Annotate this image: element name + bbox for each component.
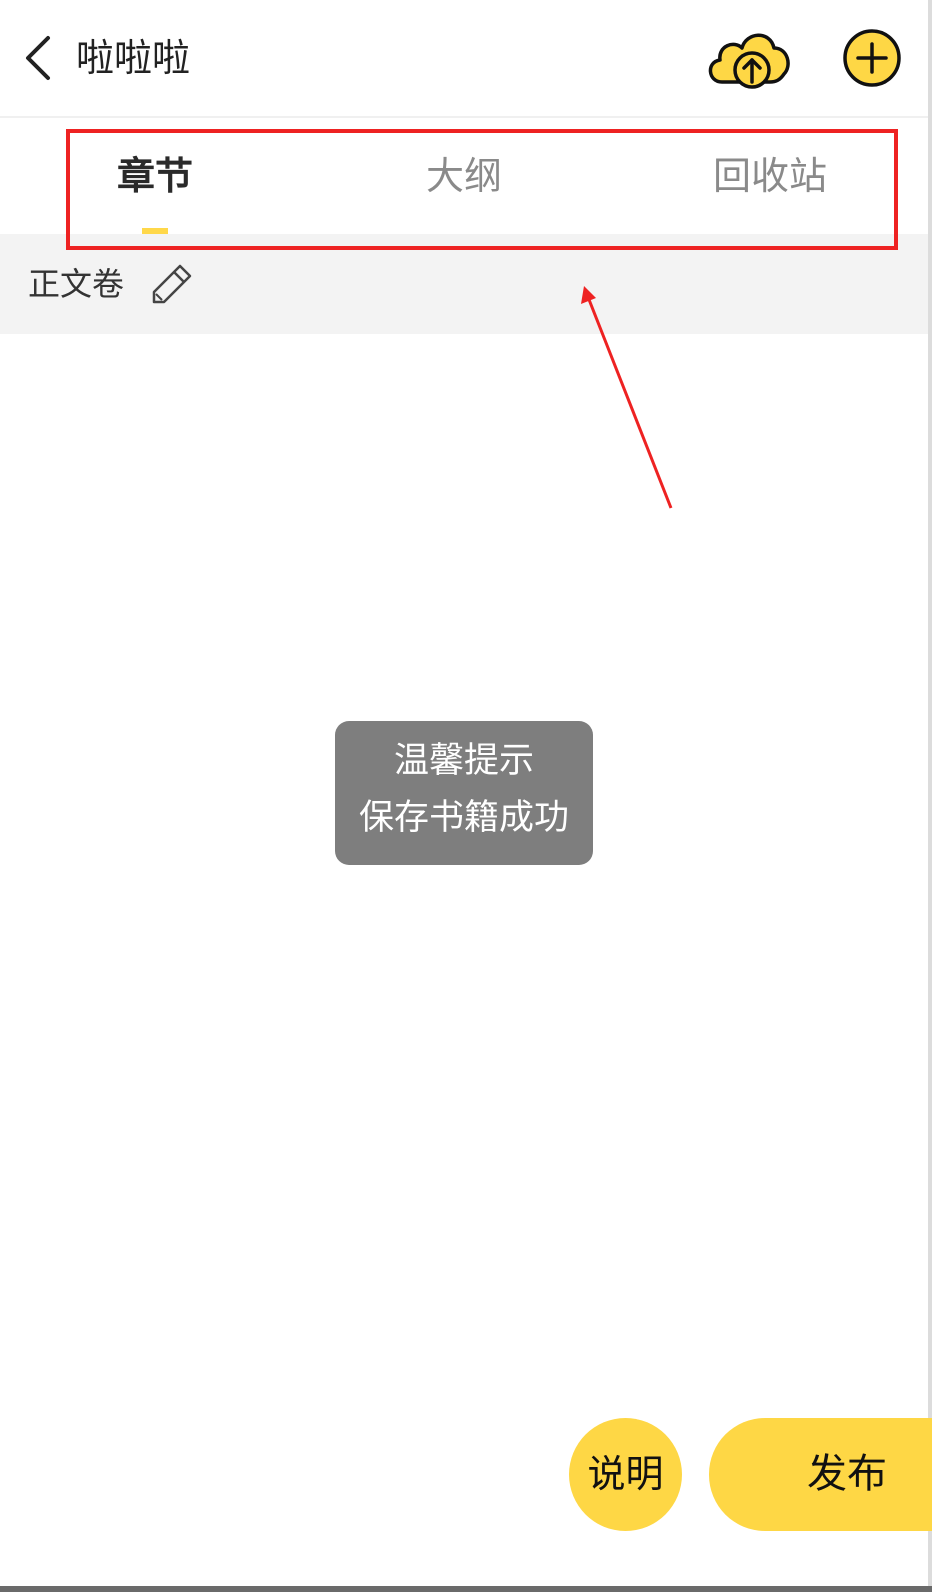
cloud-upload-icon bbox=[708, 33, 790, 89]
tab-chapters[interactable]: 章节 bbox=[100, 118, 210, 234]
tab-bar: 章节 大纲 回收站 bbox=[0, 118, 928, 234]
toast-message: 温馨提示 保存书籍成功 bbox=[335, 721, 593, 865]
tab-recycle-bin[interactable]: 回收站 bbox=[700, 118, 840, 234]
header-bar: 啦啦啦 bbox=[0, 0, 928, 118]
window-edge bbox=[928, 0, 932, 1592]
add-button[interactable] bbox=[842, 28, 902, 88]
publish-label: 发布 bbox=[807, 1451, 887, 1497]
bottom-edge bbox=[0, 1586, 932, 1592]
upload-button[interactable] bbox=[704, 26, 794, 90]
volume-label: 正文卷 bbox=[28, 265, 125, 303]
toast-title: 温馨提示 bbox=[393, 741, 534, 781]
pencil-icon bbox=[152, 264, 192, 304]
plus-circle-icon bbox=[843, 29, 901, 87]
page-title: 啦啦啦 bbox=[76, 36, 191, 80]
tab-outline[interactable]: 大纲 bbox=[404, 118, 524, 234]
back-button[interactable] bbox=[18, 30, 62, 86]
chevron-left-icon bbox=[26, 36, 50, 80]
explain-button[interactable]: 说明 bbox=[569, 1418, 682, 1531]
toast-text: 保存书籍成功 bbox=[358, 798, 569, 838]
publish-button[interactable]: 发布 bbox=[709, 1418, 932, 1531]
edit-volume-button[interactable] bbox=[150, 262, 194, 306]
volume-row: 正文卷 bbox=[0, 234, 928, 334]
